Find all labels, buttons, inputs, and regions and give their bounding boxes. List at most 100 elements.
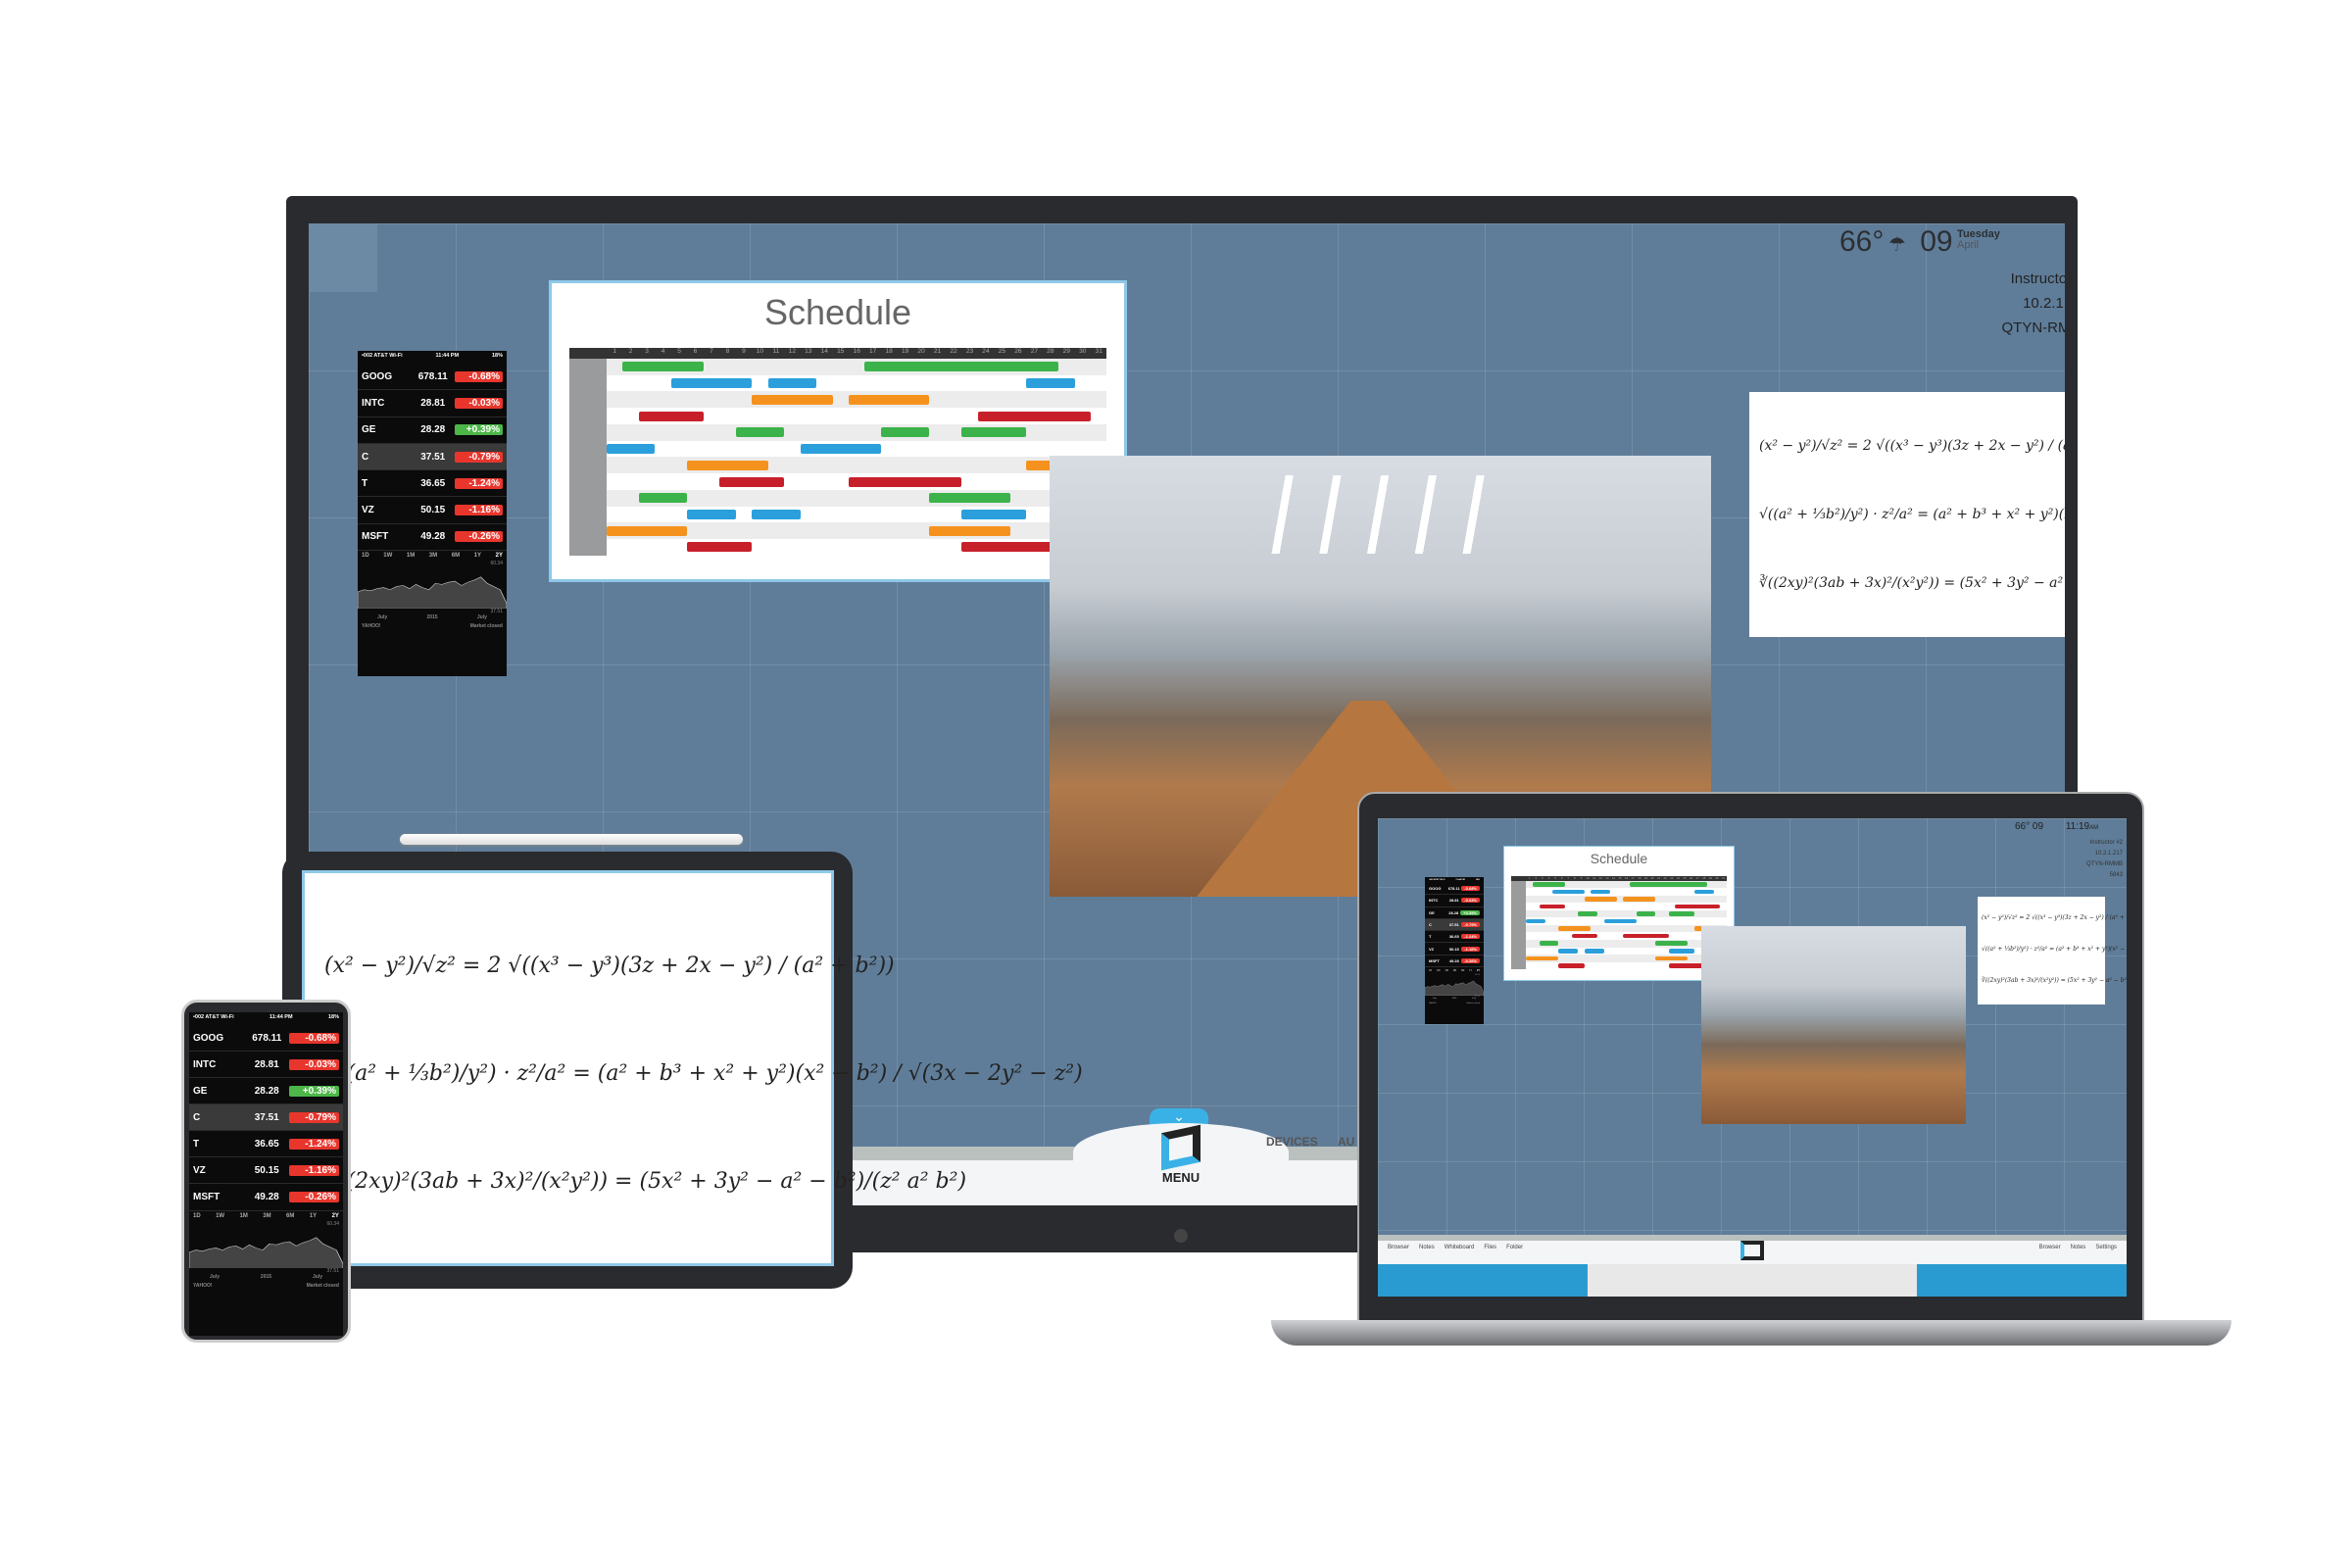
menu-tab-au[interactable]: AU: [1338, 1135, 1354, 1149]
stock-change[interactable]: +0.39%: [289, 1085, 339, 1097]
schedule-bar-blue[interactable]: [961, 509, 1027, 519]
stock-row[interactable]: T 36.65 -1.24%: [358, 470, 507, 498]
range-tab-2y[interactable]: 2Y: [332, 1213, 339, 1219]
schedule-bar-red[interactable]: [848, 476, 962, 487]
range-tab-3m[interactable]: 3M: [1453, 969, 1456, 972]
stock-change[interactable]: -0.26%: [455, 531, 503, 543]
laptop-math-notes[interactable]: (x² − y²)/√z² = 2 √((x³ − y³)(3z + 2x − …: [1978, 897, 2127, 1004]
schedule-bar-red[interactable]: [638, 411, 704, 421]
schedule-window[interactable]: Schedule 1 2 3 4 5 6 7 8 9 10 11 12 13 14 15 16 17 18 19 20 2…: [549, 280, 1127, 582]
stock-row[interactable]: INTC 28.81 -0.03%: [358, 390, 507, 417]
schedule-bar-orange[interactable]: [848, 394, 930, 405]
schedule-bar-orange[interactable]: [1623, 897, 1656, 902]
stock-row[interactable]: INTC 28.81 -0.03%: [189, 1052, 343, 1079]
stock-row[interactable]: GOOG 678.11 -0.68%: [358, 364, 507, 391]
schedule-bar-blue[interactable]: [1026, 378, 1075, 389]
stock-change[interactable]: -0.03%: [455, 398, 503, 410]
schedule-bar-orange[interactable]: [606, 525, 688, 536]
schedule-bar-blue[interactable]: [800, 444, 881, 455]
stocks-widget[interactable]: •002 AT&T Wi-Fi 11:44 PM 18% GOOG 678.11 -0.6…: [358, 351, 507, 676]
schedule-bar-blue[interactable]: [767, 378, 817, 389]
stock-change[interactable]: -0.68%: [455, 370, 503, 382]
stock-row[interactable]: T 36.65 -1.24%: [1425, 931, 1484, 944]
schedule-bar-blue[interactable]: [1558, 949, 1579, 954]
schedule-bar-green[interactable]: [1655, 941, 1689, 946]
schedule-bar-green[interactable]: [864, 362, 1059, 372]
stock-row[interactable]: MSFT 49.28 -0.26%: [358, 524, 507, 551]
laptop-schedule-window[interactable]: Schedule 1 2 3 4 5 6 7 8 9 10 11 12 13 14 15 16 17 18 19 20 2…: [1503, 846, 1735, 981]
stock-change[interactable]: -0.26%: [289, 1191, 339, 1202]
stock-change[interactable]: -0.03%: [1461, 898, 1480, 904]
range-tab-1d[interactable]: 1D: [1429, 969, 1432, 972]
schedule-bar-orange[interactable]: [1584, 897, 1617, 902]
dock-item-files[interactable]: Files: [1484, 1245, 1496, 1250]
schedule-bar-blue[interactable]: [1584, 949, 1604, 954]
schedule-bar-red[interactable]: [1623, 933, 1669, 939]
stock-change[interactable]: -1.24%: [455, 477, 503, 489]
schedule-bar-blue[interactable]: [687, 509, 736, 519]
schedule-bar-orange[interactable]: [1526, 956, 1559, 961]
laptop-meeting-photo[interactable]: [1701, 926, 1966, 1124]
schedule-bar-green[interactable]: [622, 362, 704, 372]
stock-row[interactable]: VZ 50.15 -1.16%: [189, 1157, 343, 1185]
stock-row[interactable]: VZ 50.15 -1.16%: [1425, 943, 1484, 956]
range-tab-1y[interactable]: 1Y: [474, 553, 481, 559]
stock-change[interactable]: -1.16%: [455, 504, 503, 515]
phone-stocks-app[interactable]: •002 AT&T Wi-Fi 11:44 PM 18% GOOG 678.11 -0.6…: [189, 1012, 343, 1336]
range-tab-1m[interactable]: 1M: [407, 553, 415, 559]
dock-item-browser[interactable]: Browser: [1388, 1245, 1409, 1250]
tablet-math-notes[interactable]: (x² − y²)/√z² = 2 √((x³ − y³)(3z + 2x − …: [302, 870, 1083, 1266]
dock-item-settings[interactable]: Settings: [2095, 1245, 2117, 1250]
range-tab-3m[interactable]: 3M: [263, 1213, 270, 1219]
dock-item-notes[interactable]: Notes: [1419, 1245, 1435, 1250]
schedule-bar-green[interactable]: [638, 493, 688, 504]
menu-button[interactable]: MENU: [1147, 1124, 1215, 1185]
stock-row[interactable]: GOOG 678.11 -0.68%: [1425, 883, 1484, 896]
schedule-bar-green[interactable]: [961, 427, 1027, 438]
schedule-bar-blue[interactable]: [752, 509, 801, 519]
menu-tab-devices[interactable]: DEVICES: [1266, 1135, 1318, 1149]
schedule-bar-red[interactable]: [1558, 963, 1585, 968]
stock-change[interactable]: +0.39%: [455, 424, 503, 436]
schedule-bar-blue[interactable]: [1526, 918, 1546, 924]
dock-item-browser[interactable]: Browser: [2039, 1245, 2061, 1250]
stock-change[interactable]: -0.68%: [1461, 886, 1480, 892]
dock-item-folder[interactable]: Folder: [1506, 1245, 1523, 1250]
schedule-bar-blue[interactable]: [1603, 918, 1637, 924]
stock-change[interactable]: -1.16%: [289, 1164, 339, 1176]
stock-change[interactable]: -1.16%: [1461, 946, 1480, 952]
schedule-bar-orange[interactable]: [752, 394, 833, 405]
stock-row[interactable]: MSFT 49.28 -0.26%: [189, 1184, 343, 1211]
range-tab-6m[interactable]: 6M: [286, 1213, 294, 1219]
stock-row[interactable]: GE 28.28 +0.39%: [1425, 907, 1484, 919]
range-tab-2y[interactable]: 2Y: [496, 553, 503, 559]
schedule-bar-orange[interactable]: [1655, 956, 1689, 961]
stock-row[interactable]: MSFT 49.28 -0.26%: [1425, 956, 1484, 968]
schedule-bar-green[interactable]: [1629, 882, 1708, 887]
schedule-bar-red[interactable]: [961, 542, 1059, 553]
range-tab-6m[interactable]: 6M: [452, 553, 460, 559]
schedule-bar-red[interactable]: [687, 542, 753, 553]
schedule-bar-orange[interactable]: [929, 525, 1010, 536]
range-tab-1w[interactable]: 1W: [1437, 969, 1441, 972]
range-tab-1y[interactable]: 1Y: [310, 1213, 317, 1219]
schedule-bar-orange[interactable]: [687, 460, 768, 470]
range-tab-6m[interactable]: 6M: [1461, 969, 1464, 972]
schedule-bar-green[interactable]: [1539, 941, 1559, 946]
stock-change[interactable]: -1.24%: [289, 1138, 339, 1150]
stock-change[interactable]: +0.39%: [1460, 909, 1480, 915]
range-tab-3m[interactable]: 3M: [429, 553, 437, 559]
range-tab-1d[interactable]: 1D: [193, 1213, 201, 1219]
stock-change[interactable]: -0.79%: [1461, 922, 1480, 928]
range-tab-1w[interactable]: 1W: [216, 1213, 224, 1219]
stock-row[interactable]: GE 28.28 +0.39%: [358, 417, 507, 444]
schedule-bar-green[interactable]: [880, 427, 930, 438]
schedule-bar-red[interactable]: [1675, 904, 1721, 909]
schedule-bar-green[interactable]: [1636, 911, 1656, 916]
range-tab-1w[interactable]: 1W: [383, 553, 392, 559]
stock-change[interactable]: -0.79%: [289, 1111, 339, 1123]
schedule-bar-orange[interactable]: [1558, 926, 1592, 931]
schedule-bar-red[interactable]: [1539, 904, 1565, 909]
schedule-bar-blue[interactable]: [670, 378, 753, 389]
stock-row[interactable]: VZ 50.15 -1.16%: [358, 497, 507, 524]
